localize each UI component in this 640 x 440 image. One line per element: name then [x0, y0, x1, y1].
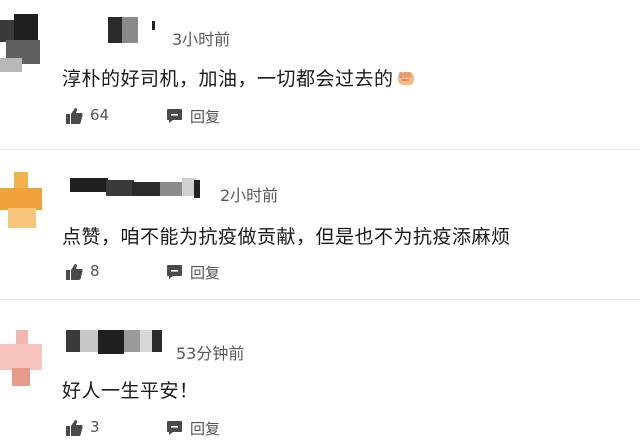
comment-text-content: 淳朴的好司机，加油，一切都会过去的: [62, 68, 394, 90]
comment-actions: 8 回复: [66, 262, 266, 284]
thumbs-up-icon[interactable]: [66, 420, 83, 436]
comment-time: 2小时前: [220, 186, 279, 205]
comment-time: 3小时前: [172, 30, 231, 49]
comment-text: 淳朴的好司机，加油，一切都会过去的: [62, 64, 416, 93]
comment-text: 好人一生平安！: [62, 380, 199, 402]
reply-button[interactable]: 回复: [190, 262, 220, 283]
comment-item: 2小时前 点赞，咱不能为抗疫做贡献，但是也不为抗疫添麻烦 8 回复: [0, 150, 640, 300]
avatar[interactable]: [0, 14, 46, 76]
like-count: 3: [90, 418, 100, 436]
reply-icon[interactable]: [166, 108, 183, 124]
reply-icon[interactable]: [166, 264, 183, 280]
username-redacted[interactable]: [108, 17, 158, 43]
comment-item: 53分钟前 好人一生平安！ 3 回复: [0, 300, 640, 438]
reply-button[interactable]: 回复: [190, 418, 220, 439]
avatar[interactable]: [0, 330, 46, 392]
comment-text: 点赞，咱不能为抗疫做贡献，但是也不为抗疫添麻烦: [62, 226, 511, 248]
like-count: 8: [90, 262, 100, 280]
avatar[interactable]: [0, 172, 46, 234]
username-redacted[interactable]: [70, 178, 210, 198]
fist-emoji-icon: [396, 68, 416, 93]
comment-actions: 64 回复: [66, 106, 266, 128]
like-count: 64: [90, 106, 110, 124]
thumbs-up-icon[interactable]: [66, 108, 83, 124]
comment-item: 3小时前 淳朴的好司机，加油，一切都会过去的 64 回复: [0, 0, 640, 150]
username-redacted[interactable]: [66, 330, 166, 354]
reply-button[interactable]: 回复: [190, 106, 220, 127]
comment-actions: 3 回复: [66, 418, 266, 440]
thumbs-up-icon[interactable]: [66, 264, 83, 280]
comment-time: 53分钟前: [176, 344, 245, 363]
reply-icon[interactable]: [166, 420, 183, 436]
